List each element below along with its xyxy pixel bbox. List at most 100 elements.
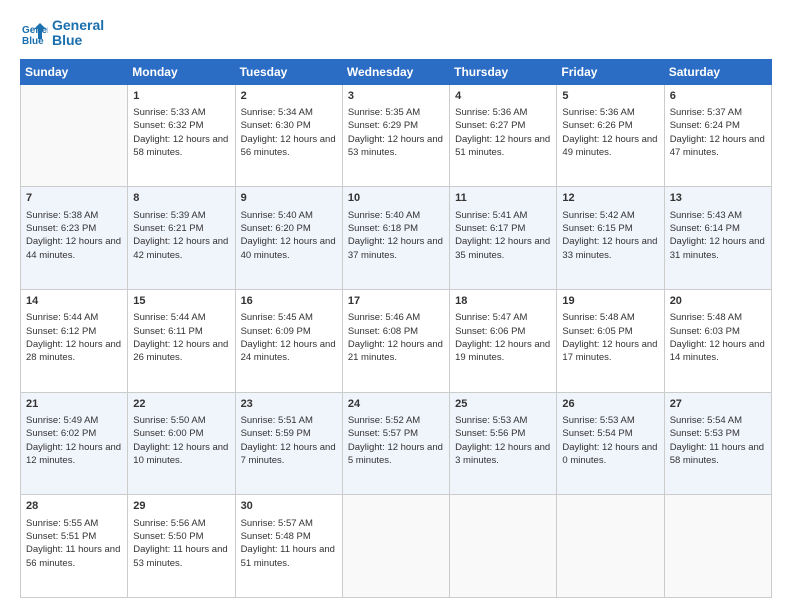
table-row: 12Sunrise: 5:42 AMSunset: 6:15 PMDayligh… xyxy=(557,187,664,290)
sunset-text: Sunset: 6:24 PM xyxy=(670,119,766,132)
day-number: 7 xyxy=(26,191,122,206)
logo-blue: Blue xyxy=(52,33,104,48)
daylight-text: Daylight: 12 hours and 40 minutes. xyxy=(241,235,337,262)
daylight-text: Daylight: 12 hours and 31 minutes. xyxy=(670,235,766,262)
daylight-text: Daylight: 12 hours and 33 minutes. xyxy=(562,235,658,262)
table-row: 20 Sunrise: 5:48 AMSunset: 6:03 PMDayligh… xyxy=(664,290,771,393)
sunrise-text: Sunrise: 5:55 AM xyxy=(26,517,122,530)
sunrise-text: Sunrise: 5:40 AM xyxy=(348,209,444,222)
daylight-text: Daylight: 12 hours and 0 minutes. xyxy=(562,441,658,468)
daylight-text: Daylight: 12 hours and 35 minutes. xyxy=(455,235,551,262)
sunset-text: Sunset: 6:20 PM xyxy=(241,222,337,235)
day-number: 5 xyxy=(562,89,658,104)
logo-icon: General Blue xyxy=(20,19,48,47)
daylight-text: Daylight: 12 hours and 28 minutes. xyxy=(26,338,122,365)
table-row: 29Sunrise: 5:56 AMSunset: 5:50 PMDayligh… xyxy=(128,495,235,598)
daylight-text: Daylight: 12 hours and 19 minutes. xyxy=(455,338,551,365)
sunrise-text: Sunrise: 5:41 AM xyxy=(455,209,551,222)
table-row xyxy=(450,495,557,598)
sunset-text: Sunset: 6:02 PM xyxy=(26,427,122,440)
sunrise-text: Sunrise: 5:45 AM xyxy=(241,311,337,324)
header: General Blue General Blue xyxy=(20,18,772,49)
day-number: 28 xyxy=(26,499,122,514)
sunrise-text: Sunrise: 5:57 AM xyxy=(241,517,337,530)
sunset-text: Sunset: 6:30 PM xyxy=(241,119,337,132)
day-number: 18 xyxy=(455,294,551,309)
sunset-text: Sunset: 5:48 PM xyxy=(241,530,337,543)
sunset-text: Sunset: 6:29 PM xyxy=(348,119,444,132)
sunrise-text: Sunrise: 5:43 AM xyxy=(670,209,766,222)
table-row: 5Sunrise: 5:36 AMSunset: 6:26 PMDaylight… xyxy=(557,84,664,187)
logo-general: General xyxy=(52,18,104,33)
sunset-text: Sunset: 6:26 PM xyxy=(562,119,658,132)
sunset-text: Sunset: 5:50 PM xyxy=(133,530,229,543)
sunset-text: Sunset: 6:00 PM xyxy=(133,427,229,440)
table-row xyxy=(557,495,664,598)
daylight-text: Daylight: 12 hours and 17 minutes. xyxy=(562,338,658,365)
sunset-text: Sunset: 5:56 PM xyxy=(455,427,551,440)
day-number: 24 xyxy=(348,397,444,412)
sunset-text: Sunset: 5:57 PM xyxy=(348,427,444,440)
daylight-text: Daylight: 12 hours and 44 minutes. xyxy=(26,235,122,262)
sunset-text: Sunset: 6:11 PM xyxy=(133,325,229,338)
sunset-text: Sunset: 6:17 PM xyxy=(455,222,551,235)
calendar-week-row: 7Sunrise: 5:38 AMSunset: 6:23 PMDaylight… xyxy=(21,187,772,290)
day-number: 4 xyxy=(455,89,551,104)
sunset-text: Sunset: 6:15 PM xyxy=(562,222,658,235)
daylight-text: Daylight: 11 hours and 58 minutes. xyxy=(670,441,766,468)
col-tuesday: Tuesday xyxy=(235,59,342,84)
daylight-text: Daylight: 12 hours and 21 minutes. xyxy=(348,338,444,365)
calendar-table: Sunday Monday Tuesday Wednesday Thursday… xyxy=(20,59,772,598)
table-row: 24Sunrise: 5:52 AMSunset: 5:57 PMDayligh… xyxy=(342,392,449,495)
sunrise-text: Sunrise: 5:44 AM xyxy=(133,311,229,324)
daylight-text: Daylight: 12 hours and 5 minutes. xyxy=(348,441,444,468)
table-row: 27Sunrise: 5:54 AMSunset: 5:53 PMDayligh… xyxy=(664,392,771,495)
day-number: 6 xyxy=(670,89,766,104)
sunset-text: Sunset: 6:05 PM xyxy=(562,325,658,338)
daylight-text: Daylight: 11 hours and 53 minutes. xyxy=(133,543,229,570)
daylight-text: Daylight: 12 hours and 51 minutes. xyxy=(455,133,551,160)
sunrise-text: Sunrise: 5:33 AM xyxy=(133,106,229,119)
sunrise-text: Sunrise: 5:48 AM xyxy=(562,311,658,324)
table-row: 18Sunrise: 5:47 AMSunset: 6:06 PMDayligh… xyxy=(450,290,557,393)
sunrise-text: Sunrise: 5:46 AM xyxy=(348,311,444,324)
day-number: 16 xyxy=(241,294,337,309)
table-row: 26Sunrise: 5:53 AMSunset: 5:54 PMDayligh… xyxy=(557,392,664,495)
sunset-text: Sunset: 6:03 PM xyxy=(670,325,766,338)
daylight-text: Daylight: 12 hours and 49 minutes. xyxy=(562,133,658,160)
day-number: 20 xyxy=(670,294,766,309)
sunrise-text: Sunrise: 5:37 AM xyxy=(670,106,766,119)
sunset-text: Sunset: 6:23 PM xyxy=(26,222,122,235)
day-number: 15 xyxy=(133,294,229,309)
table-row: 17Sunrise: 5:46 AMSunset: 6:08 PMDayligh… xyxy=(342,290,449,393)
table-row: 13Sunrise: 5:43 AMSunset: 6:14 PMDayligh… xyxy=(664,187,771,290)
sunrise-text: Sunrise: 5:38 AM xyxy=(26,209,122,222)
sunrise-text: Sunrise: 5:48 AM xyxy=(670,311,766,324)
col-friday: Friday xyxy=(557,59,664,84)
day-number: 29 xyxy=(133,499,229,514)
day-number: 26 xyxy=(562,397,658,412)
table-row xyxy=(21,84,128,187)
daylight-text: Daylight: 12 hours and 14 minutes. xyxy=(670,338,766,365)
table-row: 1Sunrise: 5:33 AMSunset: 6:32 PMDaylight… xyxy=(128,84,235,187)
daylight-text: Daylight: 11 hours and 56 minutes. xyxy=(26,543,122,570)
daylight-text: Daylight: 12 hours and 7 minutes. xyxy=(241,441,337,468)
day-number: 27 xyxy=(670,397,766,412)
day-number: 21 xyxy=(26,397,122,412)
sunset-text: Sunset: 6:21 PM xyxy=(133,222,229,235)
daylight-text: Daylight: 12 hours and 3 minutes. xyxy=(455,441,551,468)
sunrise-text: Sunrise: 5:53 AM xyxy=(455,414,551,427)
col-sunday: Sunday xyxy=(21,59,128,84)
day-number: 25 xyxy=(455,397,551,412)
daylight-text: Daylight: 12 hours and 10 minutes. xyxy=(133,441,229,468)
svg-text:General: General xyxy=(22,25,48,36)
day-number: 2 xyxy=(241,89,337,104)
page: General Blue General Blue Sunday Monday … xyxy=(0,0,792,612)
day-number: 10 xyxy=(348,191,444,206)
table-row: 11Sunrise: 5:41 AMSunset: 6:17 PMDayligh… xyxy=(450,187,557,290)
calendar-header-row: Sunday Monday Tuesday Wednesday Thursday… xyxy=(21,59,772,84)
sunrise-text: Sunrise: 5:47 AM xyxy=(455,311,551,324)
day-number: 1 xyxy=(133,89,229,104)
daylight-text: Daylight: 11 hours and 51 minutes. xyxy=(241,543,337,570)
day-number: 12 xyxy=(562,191,658,206)
